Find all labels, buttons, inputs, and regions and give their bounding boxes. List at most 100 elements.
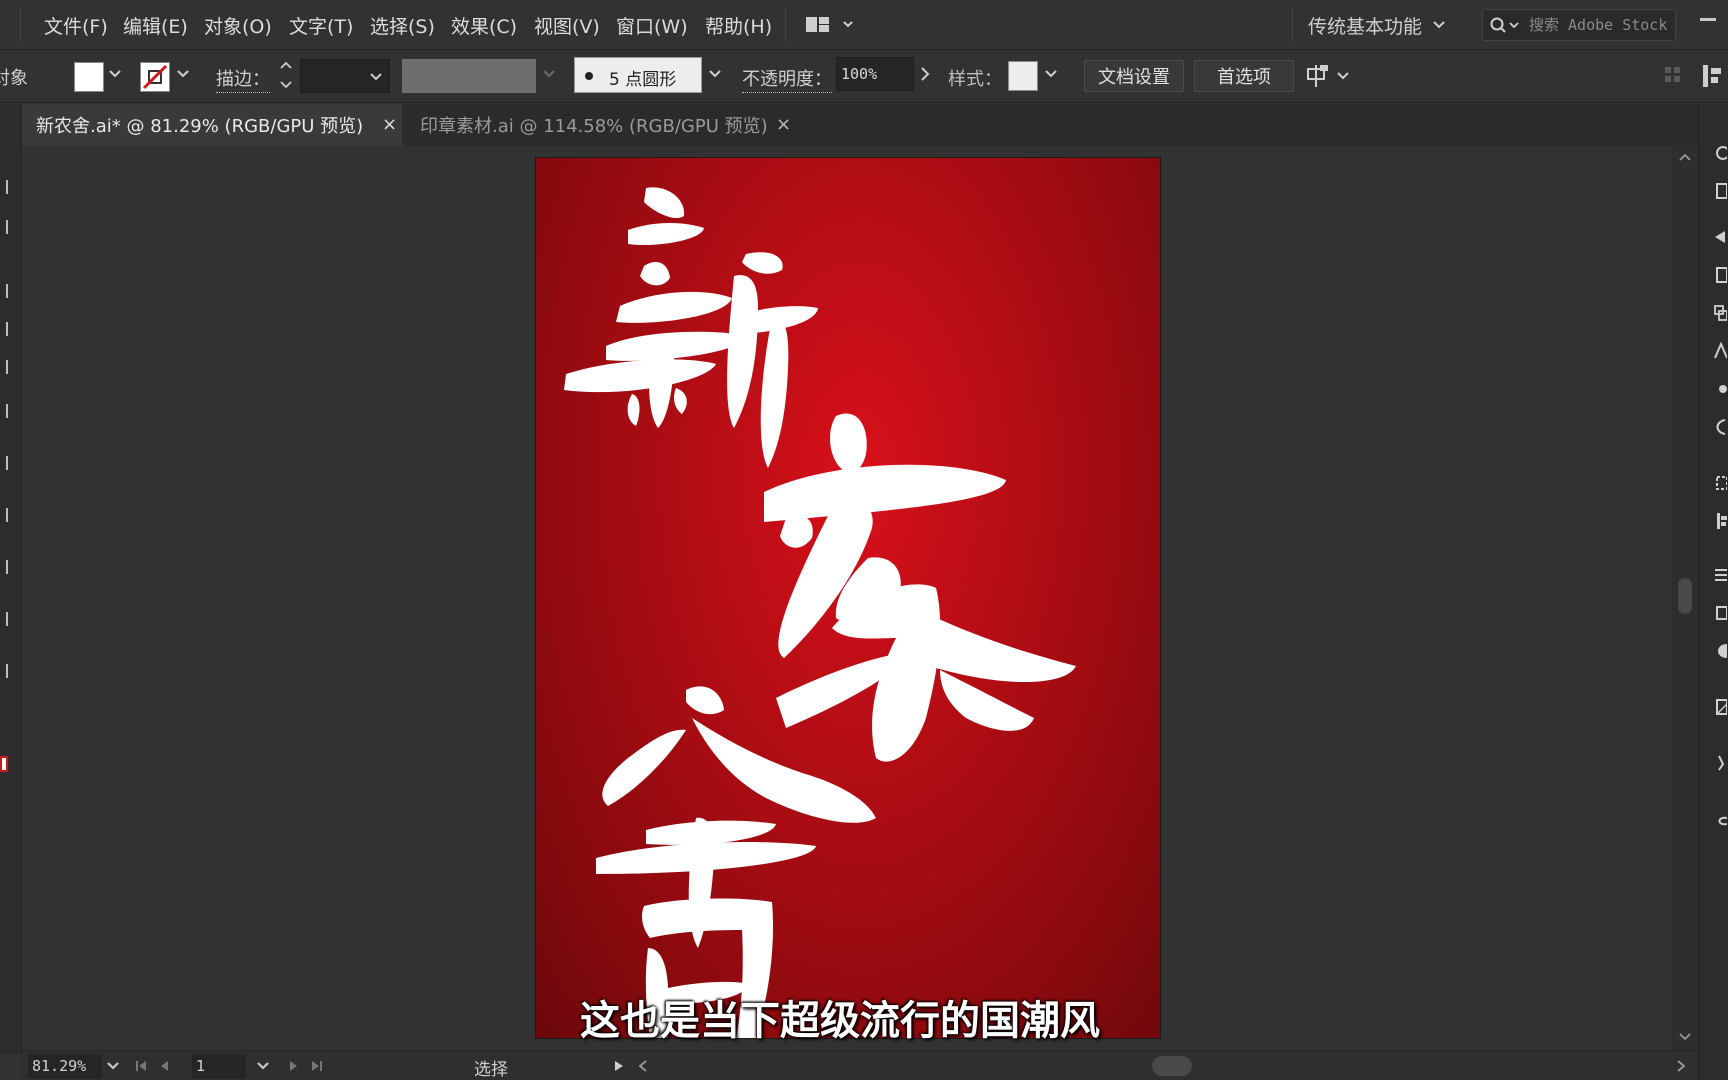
current-tool-status: 选择 [474,1060,508,1080]
asset-export-icon[interactable] [1713,304,1727,322]
menu-select[interactable]: 选择(S) [370,12,435,39]
menu-view[interactable]: 视图(V) [534,12,600,39]
layers-icon[interactable] [1713,228,1727,246]
paragraph-icon[interactable] [1713,566,1727,584]
properties-icon[interactable] [1713,144,1727,162]
rotate-tool[interactable] [0,508,8,522]
graphic-style-swatch[interactable] [1008,61,1038,91]
calligraphy-artwork[interactable] [536,158,1161,1039]
arrange-documents-button[interactable] [800,10,860,40]
artboard-number-field[interactable]: 1 [192,1054,246,1078]
tab-new-farmhouse[interactable]: 新农舍.ai* @ 81.29% (RGB/GPU 预览) × [22,104,402,146]
scroll-right-icon[interactable] [1674,1058,1688,1074]
chevron-down-icon[interactable] [106,1059,120,1073]
menubar-divider [20,8,21,42]
tab-seal-material[interactable]: 印章素材.ai @ 114.58% (RGB/GPU 预览) × [406,104,806,146]
chevron-down-icon [370,73,382,81]
panel-toggle-icon[interactable] [1700,63,1724,93]
workspace-switcher[interactable]: 传统基本功能 [1308,12,1422,39]
menu-help[interactable]: 帮助(H) [705,12,772,39]
right-panel-dock [1698,104,1728,1080]
menu-effect[interactable]: 效果(C) [451,12,517,39]
minimize-window-button[interactable] [1700,18,1716,21]
stroke-weight-field[interactable] [300,59,390,93]
chevron-down-icon[interactable] [256,1059,270,1073]
artboard[interactable] [535,157,1161,1039]
libraries-icon[interactable] [1713,182,1727,200]
menu-window[interactable]: 窗口(W) [616,12,688,39]
artboards-icon[interactable] [1713,266,1727,284]
chevron-down-icon[interactable] [176,67,196,87]
zoom-tool[interactable] [0,664,8,678]
stroke-weight-stepper[interactable] [278,59,298,89]
scroll-down-icon[interactable] [1678,1030,1692,1044]
tab-label: 新农舍.ai* @ 81.29% (RGB/GPU 预览) [36,116,364,137]
links-icon[interactable] [1713,812,1727,830]
chevron-down-icon[interactable] [108,67,128,87]
vertical-scroll-thumb[interactable] [1678,578,1692,614]
vertical-scrollbar[interactable] [1672,146,1698,1050]
tab-label: 印章素材.ai @ 114.58% (RGB/GPU 预览) [420,116,768,137]
stock-search-box[interactable] [1482,9,1676,41]
curvature-tool[interactable] [0,322,8,336]
zoom-level-field[interactable]: 81.29% [28,1054,102,1078]
opacity-label[interactable]: 不透明度： [742,65,832,93]
align-icon[interactable] [1713,512,1727,530]
chevron-down-icon[interactable] [1044,67,1064,87]
chevron-down-icon[interactable] [542,67,562,87]
symbols-icon[interactable] [1713,418,1727,436]
selection-tool[interactable] [0,180,8,194]
chevron-right-icon[interactable] [918,65,938,85]
horizontal-scroll-thumb[interactable] [1152,1056,1192,1076]
search-icon [1490,17,1519,33]
variable-width-profile[interactable] [402,59,536,93]
panel-grid-icon[interactable] [1664,66,1682,88]
scroll-up-icon[interactable] [1678,150,1692,164]
stock-search-input[interactable] [1529,13,1669,37]
width-tool[interactable] [0,560,8,574]
menubar-divider [785,8,786,42]
next-last-artboard-icons[interactable] [286,1058,336,1074]
menu-object[interactable]: 对象(O) [204,12,272,39]
tools-panel [0,104,22,1054]
chevron-down-icon[interactable] [1432,17,1446,36]
menu-file[interactable]: 文件(F) [44,12,108,39]
close-icon[interactable]: × [776,114,791,135]
video-subtitle: 这也是当下超级流行的国潮风 [580,998,1100,1044]
close-icon[interactable]: × [382,114,397,135]
fill-color-swatch[interactable] [74,62,104,92]
menu-edit[interactable]: 编辑(E) [123,12,188,39]
opacity-field[interactable]: 100% [836,57,914,91]
type-tool[interactable] [0,360,8,374]
round-brush-icon [585,72,593,80]
chevron-down-icon[interactable] [708,67,728,87]
menu-type[interactable]: 文字(T) [289,12,353,39]
brushes-icon[interactable] [1713,380,1727,398]
brush-name: 5 点圆形 [609,70,677,90]
puppet-warp-icon[interactable] [1713,754,1727,772]
stroke-none-swatch[interactable] [140,62,170,92]
brush-tool[interactable] [0,456,8,470]
direct-selection-tool[interactable] [0,220,8,234]
color-guide-icon[interactable] [1713,642,1727,660]
preferences-button[interactable]: 首选项 [1194,60,1294,92]
document-setup-button[interactable]: 文档设置 [1084,60,1184,92]
control-bar: 对象 描边： 5 点圆形 不透明度： 100% 样式： 文档设置 首选项 [0,51,1728,103]
document-tabs: 新农舍.ai* @ 81.29% (RGB/GPU 预览) × 印章素材.ai … [22,104,1698,146]
first-previous-artboard-icons[interactable] [134,1058,184,1074]
stroke-label[interactable]: 描边： [216,65,270,93]
character-icon[interactable] [1713,342,1727,360]
status-menu-arrow-icon[interactable] [612,1059,626,1073]
image-trace-icon[interactable] [1713,698,1727,716]
appearance-icon[interactable] [1713,604,1727,622]
menubar-divider [1292,8,1293,42]
eyedropper-tool[interactable] [0,612,8,626]
rectangle-tool[interactable] [0,404,8,418]
pen-tool[interactable] [0,284,8,298]
transform-icon[interactable] [1713,474,1727,492]
fill-stroke-indicator[interactable] [0,756,8,772]
scroll-left-icon[interactable] [636,1058,650,1074]
align-options-icon[interactable] [1306,63,1356,93]
brush-definition-field[interactable]: 5 点圆形 [574,57,702,93]
layout-grid-icon [806,17,853,32]
